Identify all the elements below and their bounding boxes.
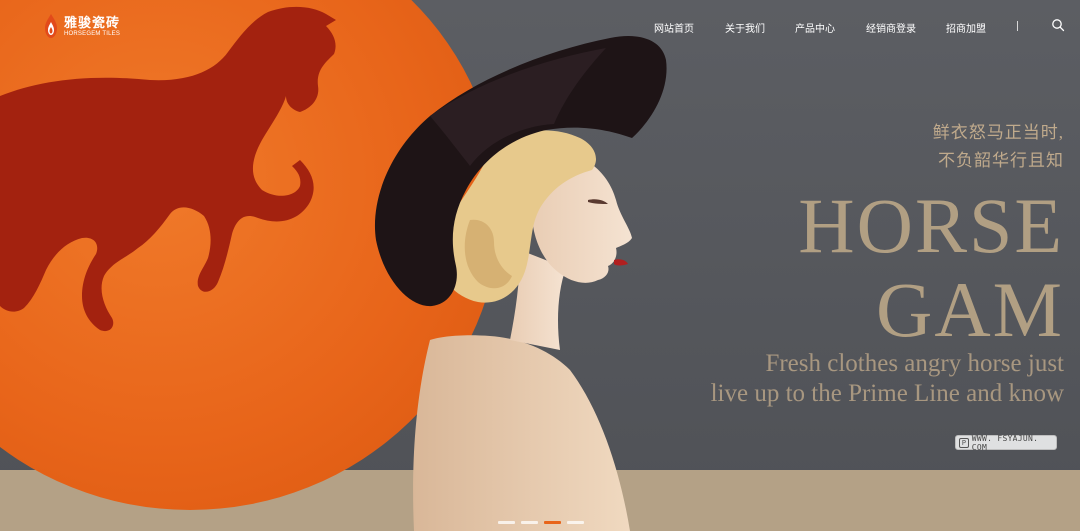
main-nav: 网站首页 关于我们 产品中心 经销商登录 招商加盟 [0,20,1080,35]
watermark-text: WWW. FSYAJUN. COM [971,433,1039,452]
nav-item-dealer-login[interactable]: 经销商登录 [866,20,916,35]
slogan-cn-line-2: 不负韶华行且知 [938,151,1064,170]
watermark-badge-icon: P [959,437,969,448]
nav-item-about[interactable]: 关于我们 [725,20,765,35]
hero-subtitle-line-1: Fresh clothes angry horse just [765,350,1064,377]
carousel-dot-3-active[interactable] [544,521,561,524]
hero-title-line-2: GAM [875,266,1064,353]
hero-banner: 鲜衣怒马正当时, 不负韶华行且知 HORSE GAM Fresh clothes… [0,0,1080,531]
carousel-dot-4[interactable] [567,521,584,524]
slogan-cn-line-1: 鲜衣怒马正当时, [932,123,1064,142]
carousel-dot-1[interactable] [498,521,515,524]
search-icon[interactable] [1051,18,1065,32]
nav-item-franchise[interactable]: 招商加盟 [946,20,986,35]
woman-portrait-illustration [374,36,667,531]
nav-divider [1017,21,1018,31]
carousel-indicators [498,521,584,524]
site-url-watermark: P WWW. FSYAJUN. COM [955,433,1057,452]
nav-item-products[interactable]: 产品中心 [795,20,835,35]
site-header: 雅骏瓷砖 HORSEGEM TILES 网站首页 关于我们 产品中心 经销商登录… [0,0,1080,52]
carousel-dot-2[interactable] [521,521,538,524]
hero-title-line-1: HORSE [798,182,1064,269]
horse-silhouette [0,6,336,332]
hero-subtitle-line-2: live up to the Prime Line and know [710,380,1064,407]
nav-item-home[interactable]: 网站首页 [654,20,694,35]
